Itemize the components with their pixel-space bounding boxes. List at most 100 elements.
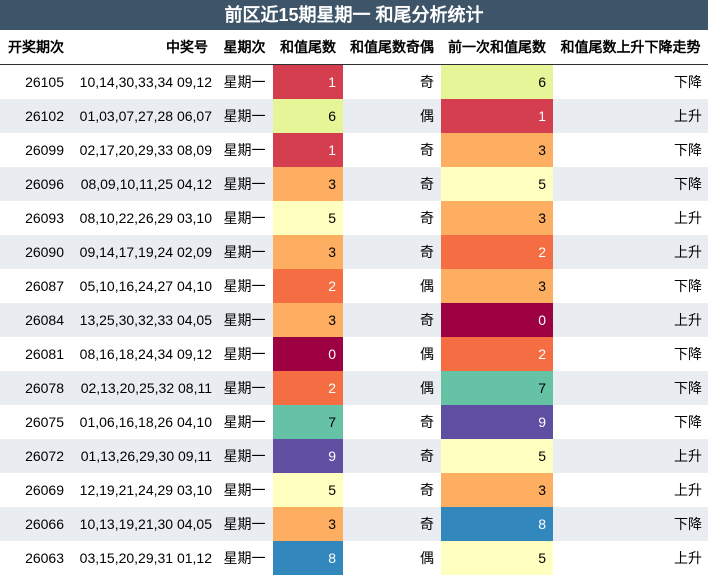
cell-parity: 奇 — [420, 414, 434, 430]
cell-parity: 偶 — [420, 278, 434, 294]
cell-weekday: 星期一 — [223, 176, 266, 192]
cell-weekday: 星期一 — [223, 108, 266, 124]
cell-tail: 5 — [273, 201, 343, 235]
cell-weekday: 星期一 — [223, 380, 266, 396]
cell-parity: 奇 — [420, 312, 434, 328]
cell-weekday: 星期一 — [223, 244, 266, 260]
cell-numbers: 03,15,20,29,31 01,12 — [79, 550, 212, 566]
cell-tail: 3 — [273, 167, 343, 201]
cell-numbers: 12,19,21,24,29 03,10 — [79, 482, 212, 498]
cell-issue: 26081 — [25, 346, 64, 362]
cell-tail: 2 — [273, 371, 343, 405]
cell-parity: 奇 — [420, 482, 434, 498]
cell-prev-tail: 5 — [441, 541, 553, 575]
cell-numbers: 01,06,16,18,26 04,10 — [79, 414, 212, 430]
table-row: 26099 02,17,20,29,33 08,09 星期一 1 奇 3 下降 — [0, 133, 708, 167]
cell-trend: 上升 — [674, 244, 702, 260]
cell-numbers: 02,17,20,29,33 08,09 — [79, 142, 212, 158]
table-row: 26102 01,03,07,27,28 06,07 星期一 6 偶 1 上升 — [0, 99, 708, 133]
cell-prev-tail: 0 — [441, 303, 553, 337]
header-weekday: 星期次 — [223, 39, 266, 55]
cell-prev-tail: 5 — [441, 439, 553, 473]
table-row: 26078 02,13,20,25,32 08,11 星期一 2 偶 7 下降 — [0, 371, 708, 405]
header-tail: 和值尾数 — [280, 39, 336, 55]
cell-issue: 26072 — [25, 448, 64, 464]
cell-tail: 0 — [273, 337, 343, 371]
table-body: 26105 10,14,30,33,34 09,12 星期一 1 奇 6 下降 26102 01… — [0, 65, 708, 575]
cell-numbers: 08,09,10,11,25 04,12 — [80, 176, 212, 192]
header-trend: 和值尾数上升下降走势 — [560, 39, 701, 55]
cell-trend: 上升 — [674, 210, 702, 226]
cell-parity: 奇 — [420, 516, 434, 532]
cell-prev-tail: 6 — [441, 65, 553, 99]
cell-prev-tail: 7 — [441, 371, 553, 405]
cell-weekday: 星期一 — [223, 516, 266, 532]
cell-tail: 1 — [273, 133, 343, 167]
cell-tail: 9 — [273, 439, 343, 473]
cell-numbers: 10,13,19,21,30 04,05 — [79, 516, 212, 532]
cell-trend: 下降 — [674, 278, 702, 294]
cell-trend: 上升 — [674, 550, 702, 566]
cell-issue: 26063 — [25, 550, 64, 566]
cell-tail: 3 — [273, 303, 343, 337]
table-title: 前区近15期星期一 和尾分析统计 — [0, 0, 708, 30]
cell-parity: 奇 — [420, 142, 434, 158]
cell-prev-tail: 1 — [441, 99, 553, 133]
cell-trend: 上升 — [674, 448, 702, 464]
cell-weekday: 星期一 — [223, 482, 266, 498]
cell-numbers: 05,10,16,24,27 04,10 — [79, 278, 212, 294]
cell-tail: 6 — [273, 99, 343, 133]
cell-weekday: 星期一 — [223, 550, 266, 566]
cell-parity: 奇 — [420, 176, 434, 192]
table-row: 26090 09,14,17,19,24 02,09 星期一 3 奇 2 上升 — [0, 235, 708, 269]
table-row: 26084 13,25,30,32,33 04,05 星期一 3 奇 0 上升 — [0, 303, 708, 337]
cell-tail: 8 — [273, 541, 343, 575]
cell-tail: 3 — [273, 507, 343, 541]
cell-issue: 26084 — [25, 312, 64, 328]
cell-issue: 26075 — [25, 414, 64, 430]
cell-weekday: 星期一 — [223, 414, 266, 430]
cell-parity: 偶 — [420, 550, 434, 566]
cell-issue: 26087 — [25, 278, 64, 294]
cell-weekday: 星期一 — [223, 278, 266, 294]
cell-prev-tail: 5 — [441, 167, 553, 201]
cell-weekday: 星期一 — [223, 448, 266, 464]
cell-trend: 下降 — [674, 74, 702, 90]
table-row: 26105 10,14,30,33,34 09,12 星期一 1 奇 6 下降 — [0, 65, 708, 99]
cell-prev-tail: 3 — [441, 269, 553, 303]
cell-parity: 偶 — [420, 108, 434, 124]
cell-numbers: 08,10,22,26,29 03,10 — [79, 210, 212, 226]
cell-weekday: 星期一 — [223, 74, 266, 90]
cell-numbers: 08,16,18,24,34 09,12 — [79, 346, 212, 362]
table-row: 26075 01,06,16,18,26 04,10 星期一 7 奇 9 下降 — [0, 405, 708, 439]
cell-tail: 1 — [273, 65, 343, 99]
cell-trend: 上升 — [674, 312, 702, 328]
table-row: 26096 08,09,10,11,25 04,12 星期一 3 奇 5 下降 — [0, 167, 708, 201]
cell-issue: 26096 — [25, 176, 64, 192]
table-row: 26072 01,13,26,29,30 09,11 星期一 9 奇 5 上升 — [0, 439, 708, 473]
table-row: 26087 05,10,16,24,27 04,10 星期一 2 偶 3 下降 — [0, 269, 708, 303]
cell-trend: 下降 — [674, 414, 702, 430]
cell-numbers: 09,14,17,19,24 02,09 — [79, 244, 212, 260]
cell-prev-tail: 3 — [441, 201, 553, 235]
cell-trend: 下降 — [674, 380, 702, 396]
table-row: 26069 12,19,21,24,29 03,10 星期一 5 奇 3 上升 — [0, 473, 708, 507]
table-row: 26081 08,16,18,24,34 09,12 星期一 0 偶 2 下降 — [0, 337, 708, 371]
cell-numbers: 01,03,07,27,28 06,07 — [79, 108, 212, 124]
cell-trend: 上升 — [674, 108, 702, 124]
cell-issue: 26093 — [25, 210, 64, 226]
header-numbers: 中奖号 — [166, 39, 208, 55]
table-row: 26093 08,10,22,26,29 03,10 星期一 5 奇 3 上升 — [0, 201, 708, 235]
cell-numbers: 02,13,20,25,32 08,11 — [80, 380, 212, 396]
table-row: 26063 03,15,20,29,31 01,12 星期一 8 偶 5 上升 — [0, 541, 708, 575]
cell-numbers: 13,25,30,32,33 04,05 — [79, 312, 212, 328]
cell-issue: 26078 — [25, 380, 64, 396]
header-parity: 和值尾数奇偶 — [350, 39, 434, 55]
cell-issue: 26105 — [25, 74, 64, 90]
cell-issue: 26069 — [25, 482, 64, 498]
header-issue: 开奖期次 — [8, 39, 64, 55]
cell-tail: 5 — [273, 473, 343, 507]
cell-issue: 26066 — [25, 516, 64, 532]
table-header-row: 开奖期次 中奖号 星期次 和值尾数 和值尾数奇偶 前一次和值尾数 和值尾数上升下… — [0, 30, 708, 65]
cell-parity: 奇 — [420, 448, 434, 464]
